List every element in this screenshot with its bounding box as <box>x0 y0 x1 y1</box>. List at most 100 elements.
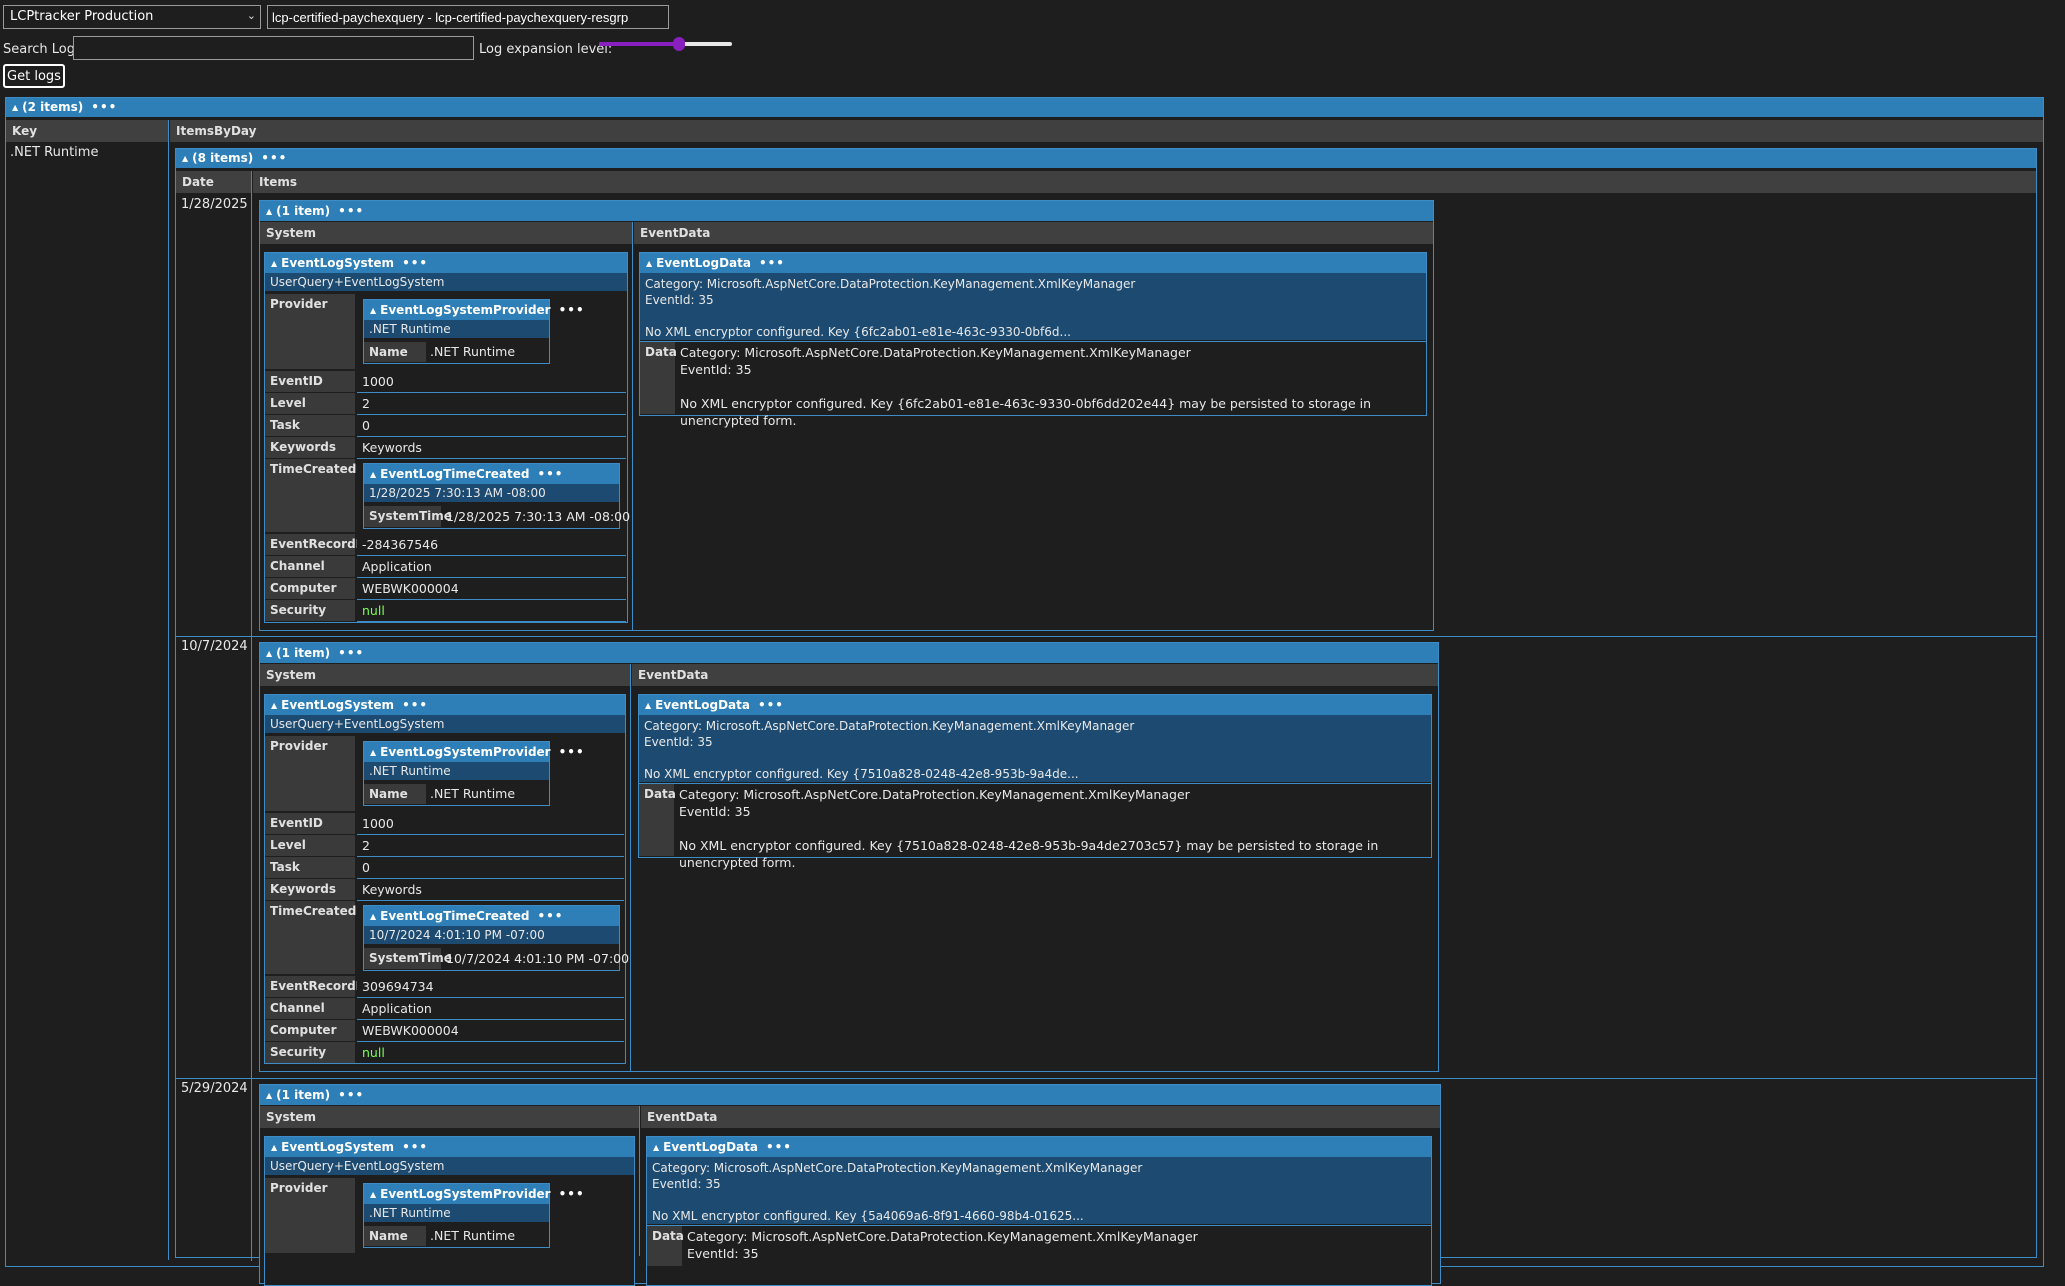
event-log-system-header[interactable]: ▲ EventLogSystem ••• <box>265 695 625 715</box>
search-input[interactable] <box>73 36 474 60</box>
collapse-icon[interactable]: ▲ <box>182 154 188 163</box>
root-header[interactable]: ▲ (2 items) ••• <box>6 98 2043 117</box>
collapse-icon[interactable]: ▲ <box>653 1143 659 1152</box>
time-created-header[interactable]: ▲ EventLogTimeCreated ••• <box>364 464 619 484</box>
collapse-icon[interactable]: ▲ <box>271 259 277 268</box>
row-divider <box>176 636 2036 637</box>
days-count: (8 items) <box>192 151 254 165</box>
channel-label: Channel <box>265 998 355 1019</box>
more-icon[interactable]: ••• <box>338 646 364 660</box>
more-icon[interactable]: ••• <box>559 745 585 759</box>
more-icon[interactable]: ••• <box>766 1140 792 1154</box>
more-icon[interactable]: ••• <box>759 256 785 270</box>
collapse-icon[interactable]: ▲ <box>370 1190 376 1199</box>
entry-header[interactable]: ▲ (1 item) ••• <box>260 201 1433 221</box>
more-icon[interactable]: ••• <box>338 204 364 218</box>
event-log-data-header[interactable]: ▲ EventLogData ••• <box>647 1137 1431 1157</box>
time-created-header[interactable]: ▲ EventLogTimeCreated ••• <box>364 906 619 926</box>
provider-header[interactable]: ▲ EventLogSystemProvider ••• <box>364 742 584 762</box>
collapse-icon[interactable]: ▲ <box>266 1091 272 1100</box>
divider <box>647 1225 1431 1226</box>
provider-sub: .NET Runtime <box>364 320 549 338</box>
more-icon[interactable]: ••• <box>537 467 563 481</box>
more-icon[interactable]: ••• <box>261 151 287 165</box>
more-icon[interactable]: ••• <box>559 303 585 317</box>
collapse-icon[interactable]: ▲ <box>12 103 18 112</box>
entry-header[interactable]: ▲ (1 item) ••• <box>260 643 1438 663</box>
keywords-label: Keywords <box>265 879 355 900</box>
more-icon[interactable]: ••• <box>559 1187 585 1201</box>
collapse-icon[interactable]: ▲ <box>271 701 277 710</box>
collapse-icon[interactable]: ▲ <box>370 470 376 479</box>
provider-label: Provider <box>265 736 355 811</box>
collapse-icon[interactable]: ▲ <box>646 259 652 268</box>
time-created-type: EventLogTimeCreated <box>380 909 530 923</box>
col-items-by-day: ItemsByDay <box>170 120 2043 142</box>
timecreated-label: TimeCreated <box>265 459 356 532</box>
provider-type: EventLogSystemProvider <box>380 1187 551 1201</box>
collapse-icon[interactable]: ▲ <box>645 701 651 710</box>
provider-header[interactable]: ▲ EventLogSystemProvider ••• <box>364 1184 584 1204</box>
provider-type: EventLogSystemProvider <box>380 745 551 759</box>
collapse-icon[interactable]: ▲ <box>266 649 272 658</box>
col-items: Items <box>253 171 2036 193</box>
time-created-sub: 1/28/2025 7:30:13 AM -08:00 <box>364 484 619 502</box>
col-eventdata: EventData <box>634 222 1433 244</box>
name-label: Name <box>364 1226 426 1246</box>
more-icon[interactable]: ••• <box>402 698 428 712</box>
data-value: Category: Microsoft.AspNetCore.DataProte… <box>679 787 1379 870</box>
entry-date: 1/28/2025 <box>181 197 248 212</box>
expansion-level-slider[interactable] <box>599 37 732 51</box>
col-eventdata: EventData <box>632 664 1438 686</box>
more-icon[interactable]: ••• <box>537 909 563 923</box>
search-label: Search Log: <box>3 42 80 57</box>
col-system: System <box>260 222 632 244</box>
timecreated-label: TimeCreated <box>265 901 356 974</box>
task-label: Task <box>265 415 355 436</box>
task-label: Task <box>265 857 355 878</box>
provider-label: Provider <box>265 1178 355 1253</box>
more-icon[interactable]: ••• <box>402 256 428 270</box>
get-logs-button[interactable]: Get logs <box>3 64 65 88</box>
event-data-summary: Category: Microsoft.AspNetCore.DataProte… <box>647 1157 1431 1224</box>
collapse-icon[interactable]: ▲ <box>266 207 272 216</box>
divider <box>640 341 1426 342</box>
collapse-icon[interactable]: ▲ <box>370 748 376 757</box>
provider-header[interactable]: ▲ EventLogSystemProvider ••• <box>364 300 584 320</box>
column-divider <box>632 222 633 630</box>
slider-thumb[interactable] <box>672 37 685 51</box>
computer-label: Computer <box>265 578 355 599</box>
data-label: Data <box>647 1226 684 1266</box>
level-label: Level <box>265 393 355 414</box>
days-header[interactable]: ▲ (8 items) ••• <box>176 149 2036 168</box>
event-log-data-header[interactable]: ▲ EventLogData ••• <box>639 695 1431 715</box>
provider-sub: .NET Runtime <box>364 762 549 780</box>
event-log-data-header[interactable]: ▲ EventLogData ••• <box>640 253 1426 273</box>
more-icon[interactable]: ••• <box>338 1088 364 1102</box>
security-value: null <box>357 1042 624 1064</box>
systemtime-value: 10/7/2024 4:01:10 PM -07:00 <box>446 951 630 966</box>
provider-sub: .NET Runtime <box>364 1204 549 1222</box>
more-icon[interactable]: ••• <box>758 698 784 712</box>
collapse-icon[interactable]: ▲ <box>370 912 376 921</box>
security-label: Security <box>265 1042 355 1063</box>
more-icon[interactable]: ••• <box>91 100 117 114</box>
more-icon[interactable]: ••• <box>402 1140 428 1154</box>
keywords-value: Keywords <box>357 879 624 901</box>
event-log-system-header[interactable]: ▲ EventLogSystem ••• <box>265 1137 634 1157</box>
security-label: Security <box>265 600 355 621</box>
item-count: (1 item) <box>276 646 331 660</box>
target-input[interactable] <box>267 5 669 29</box>
entry-header[interactable]: ▲ (1 item) ••• <box>260 1085 1440 1105</box>
key-value: .NET Runtime <box>10 145 99 160</box>
event-log-system-header[interactable]: ▲ EventLogSystem ••• <box>265 253 627 273</box>
col-system: System <box>260 1106 639 1128</box>
data-label: Data <box>640 342 677 414</box>
col-system: System <box>260 664 630 686</box>
system-type-label: EventLogSystem <box>281 698 395 712</box>
security-value: null <box>357 600 626 622</box>
collapse-icon[interactable]: ▲ <box>370 306 376 315</box>
collapse-icon[interactable]: ▲ <box>271 1143 277 1152</box>
provider-label: Provider <box>265 294 355 369</box>
environment-select[interactable]: LCPtracker Production ⌄ <box>3 5 261 29</box>
